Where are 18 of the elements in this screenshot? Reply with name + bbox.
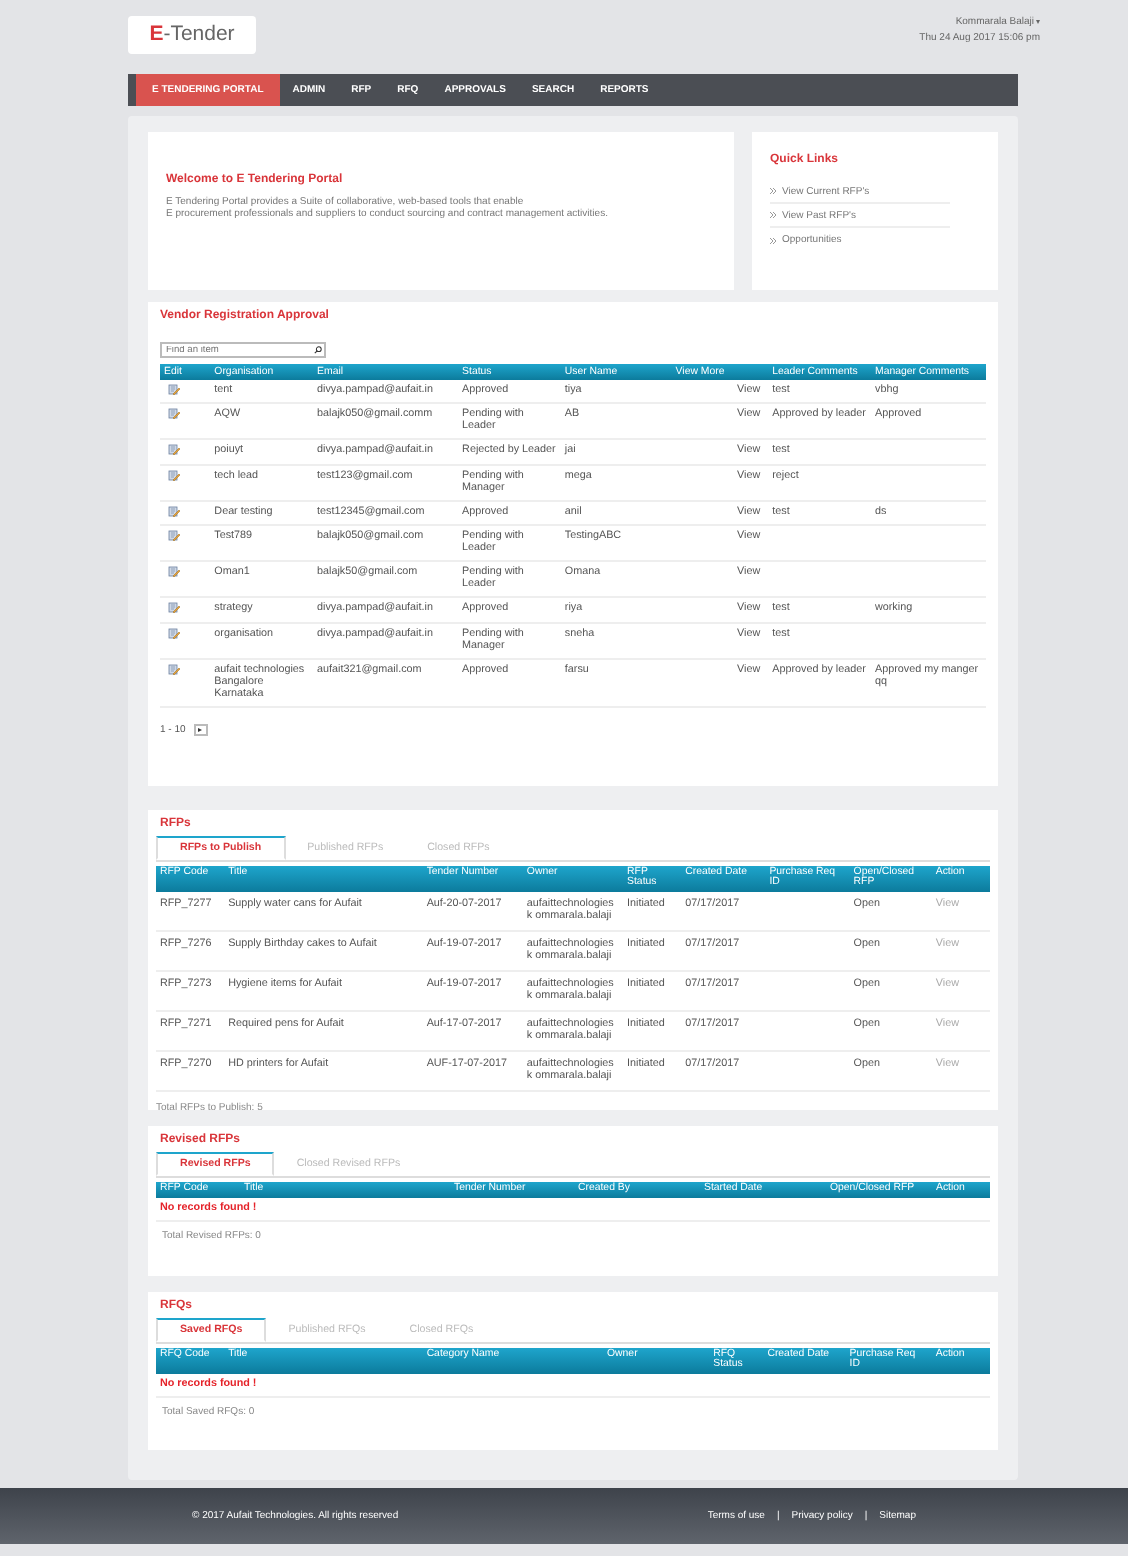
pencil-note-icon [168, 627, 180, 640]
triangle-icon [198, 727, 203, 732]
pencil-note-icon [168, 384, 180, 396]
pencil-note-icon [168, 566, 180, 579]
pencil-note-icon [168, 530, 180, 543]
search-icon [314, 346, 322, 354]
chevron-icon [770, 212, 776, 218]
logo[interactable]: E-Tender [128, 16, 256, 54]
chevron-icon [770, 237, 776, 243]
pencil-note-icon [168, 469, 180, 482]
pencil-note-icon [168, 505, 180, 518]
pencil-note-icon [168, 663, 180, 676]
pencil-note-icon [168, 444, 180, 457]
pencil-note-icon [168, 602, 180, 615]
pencil-note-icon [168, 408, 180, 421]
chevron-icon [770, 188, 776, 194]
caret-icon[interactable] [1036, 20, 1040, 24]
next-page-button[interactable] [193, 723, 208, 736]
